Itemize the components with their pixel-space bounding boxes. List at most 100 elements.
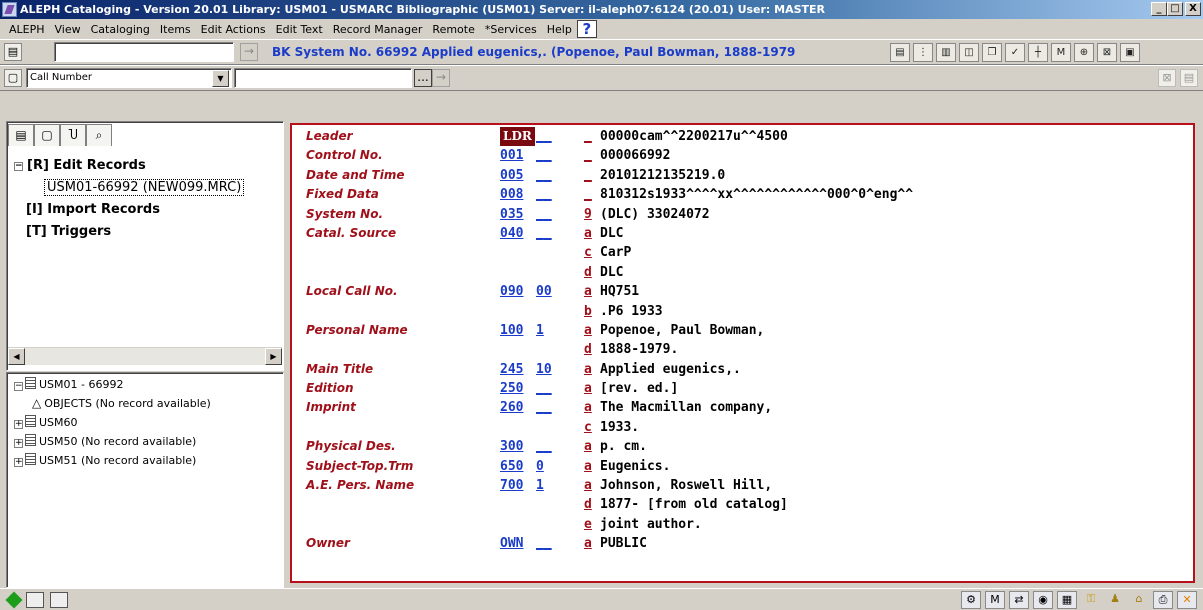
field-tag[interactable]: OWN	[500, 534, 523, 553]
globe-icon[interactable]: ◉	[1033, 591, 1053, 609]
calendar-icon[interactable]: ▦	[1057, 591, 1077, 609]
check-icon[interactable]: ✓	[1005, 43, 1025, 62]
tree-structure-icon[interactable]: ┼	[1028, 43, 1048, 62]
table-icon[interactable]: ▥	[936, 43, 956, 62]
field-value[interactable]: 1877- [from old catalog]	[600, 495, 788, 514]
field-indicators[interactable]: __	[536, 146, 576, 165]
home-icon[interactable]: ⌂	[1129, 591, 1149, 609]
subfield-code[interactable]: a	[584, 321, 592, 340]
delete-icon[interactable]: ⊠	[1097, 43, 1117, 62]
field-value[interactable]: Popenoe, Paul Bowman,	[600, 321, 764, 340]
field-value[interactable]: 00000cam^^2200217u^^4500	[600, 127, 788, 146]
menu-help[interactable]: Help	[542, 23, 577, 36]
menu-services[interactable]: *Services	[480, 23, 542, 36]
field-value[interactable]: 1888-1979.	[600, 340, 678, 359]
field-value[interactable]: 20101212135219.0	[600, 166, 725, 185]
field-value[interactable]: Eugenics.	[600, 457, 670, 476]
subfield-code[interactable]: _	[584, 185, 592, 204]
marc-icon[interactable]: M	[985, 591, 1005, 609]
tree-node-usm01-66992[interactable]: − USM01 - 66992	[14, 375, 211, 394]
search-type-select[interactable]: Call Number ▼	[26, 68, 232, 88]
field-value[interactable]: Applied eugenics,.	[600, 360, 741, 379]
menu-edit-text[interactable]: Edit Text	[271, 23, 328, 36]
field-tag[interactable]: 040	[500, 224, 523, 243]
subfield-code[interactable]: a	[584, 224, 592, 243]
go-arrow-button[interactable]: →	[240, 43, 258, 61]
field-value[interactable]: 810312s1933^^^^xx^^^^^^^^^^^^000^0^eng^^	[600, 185, 913, 204]
subfield-code[interactable]: a	[584, 534, 592, 553]
subfield-code[interactable]: c	[584, 418, 592, 437]
subfield-code[interactable]: _	[584, 166, 592, 185]
tree-node-usm50[interactable]: + USM50 (No record available)	[14, 432, 211, 451]
expand-icon[interactable]: +	[14, 439, 23, 448]
list-icon[interactable]: ▤	[1180, 69, 1198, 87]
field-value[interactable]: joint author.	[600, 515, 702, 534]
field-value[interactable]: 000066992	[600, 146, 670, 165]
expand-icon[interactable]: ⊕	[1074, 43, 1094, 62]
subfield-code[interactable]: c	[584, 243, 592, 262]
subfield-code[interactable]: a	[584, 398, 592, 417]
record-number-input[interactable]	[54, 42, 234, 62]
scroll-left-icon[interactable]: ◀	[8, 348, 25, 365]
subfield-code[interactable]: e	[584, 515, 592, 534]
aleph-app-icon[interactable]	[2, 2, 17, 17]
menu-record-manager[interactable]: Record Manager	[328, 23, 428, 36]
field-tag[interactable]: 001	[500, 146, 523, 165]
help-icon[interactable]: ?	[576, 20, 597, 38]
field-tag[interactable]: 650	[500, 457, 523, 476]
settings-icon[interactable]: ⚙	[961, 591, 981, 609]
tree-node-objects[interactable]: △ OBJECTS (No record available)	[14, 394, 211, 413]
scroll-right-icon[interactable]: ▶	[265, 348, 282, 365]
subfield-code[interactable]: a	[584, 282, 592, 301]
field-value[interactable]: [rev. ed.]	[600, 379, 678, 398]
subfield-code[interactable]: d	[584, 495, 592, 514]
search-tab-icon[interactable]: ⌕	[86, 124, 112, 146]
subfield-code[interactable]: d	[584, 263, 592, 282]
field-value[interactable]: The Macmillan company,	[600, 398, 772, 417]
field-indicators[interactable]: 1	[536, 321, 576, 340]
subfield-code[interactable]: a	[584, 476, 592, 495]
clear-icon[interactable]: ⊠	[1158, 69, 1176, 87]
user-icon[interactable]: ♟	[1105, 591, 1125, 609]
field-tag[interactable]: 245	[500, 360, 523, 379]
field-tag[interactable]: 250	[500, 379, 523, 398]
field-value[interactable]: DLC	[600, 263, 623, 282]
subfield-code[interactable]: a	[584, 379, 592, 398]
minimize-button[interactable]: _	[1151, 2, 1167, 16]
item-icon[interactable]: ▢	[4, 69, 22, 87]
field-indicators[interactable]: __	[536, 398, 576, 417]
expand-icon[interactable]: +	[14, 420, 23, 429]
subfield-code[interactable]: a	[584, 457, 592, 476]
field-indicators[interactable]: __	[536, 437, 576, 456]
subfield-code[interactable]: b	[584, 302, 592, 321]
subfield-code[interactable]: _	[584, 127, 592, 146]
tree-node-import-records[interactable]: [I] Import Records	[14, 199, 244, 221]
field-indicators[interactable]: __	[536, 534, 576, 553]
hierarchy-icon[interactable]: ⋮	[913, 43, 933, 62]
item-icon[interactable]	[50, 592, 68, 608]
menu-view[interactable]: View	[50, 23, 86, 36]
printer-icon[interactable]: ⎙	[1153, 591, 1173, 609]
field-indicators[interactable]: __	[536, 127, 576, 146]
field-indicators[interactable]: __	[536, 205, 576, 224]
subfield-code[interactable]: a	[584, 360, 592, 379]
field-indicators[interactable]: __	[536, 379, 576, 398]
maximize-button[interactable]: □	[1167, 2, 1183, 16]
key-icon[interactable]: ⚿	[1081, 591, 1101, 609]
tree-node-usm60[interactable]: + USM60	[14, 413, 211, 432]
tools-tab-icon[interactable]: Ⴎ	[60, 124, 86, 146]
copy-icon[interactable]: ❐	[982, 43, 1002, 62]
field-tag[interactable]: 100	[500, 321, 523, 340]
close-x-icon[interactable]: ✕	[1177, 591, 1197, 609]
marc-editor-pane[interactable]: Leader LDR __ _ 00000cam^^2200217u^^4500 Cont…	[290, 123, 1195, 583]
field-tag[interactable]: 035	[500, 205, 523, 224]
subfield-code[interactable]: 9	[584, 205, 592, 224]
export-icon[interactable]: ◫	[959, 43, 979, 62]
field-tag[interactable]: LDR	[500, 127, 535, 146]
field-indicators[interactable]: __	[536, 224, 576, 243]
field-value[interactable]: 1933.	[600, 418, 639, 437]
field-indicators[interactable]: __	[536, 185, 576, 204]
field-tag[interactable]: 090	[500, 282, 523, 301]
catalog-icon[interactable]: ▤	[890, 43, 910, 62]
field-tag[interactable]: 005	[500, 166, 523, 185]
